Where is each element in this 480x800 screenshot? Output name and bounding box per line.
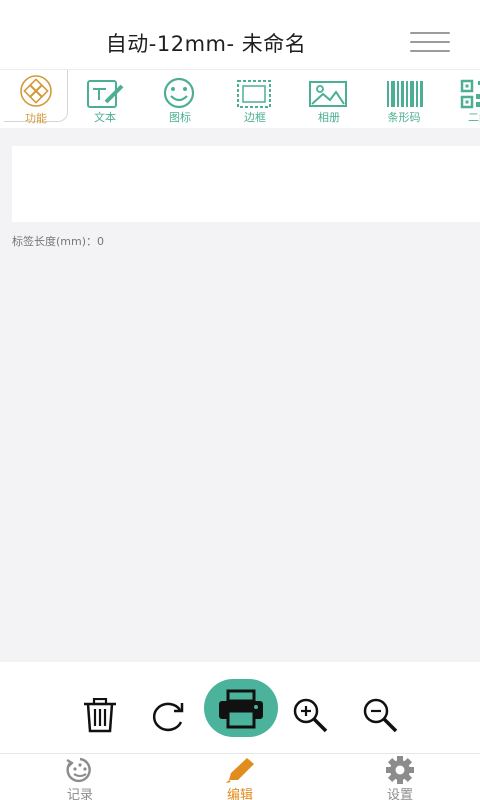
tool-qrcode[interactable]: 二维 — [444, 70, 480, 128]
qr-code-icon — [460, 79, 480, 109]
label-canvas[interactable] — [12, 146, 480, 222]
tool-label: 边框 — [244, 111, 266, 124]
trash-icon[interactable] — [81, 698, 119, 734]
tool-label: 二维 — [468, 111, 480, 124]
printer-icon — [219, 689, 263, 729]
print-button[interactable] — [204, 679, 278, 737]
photo-album-icon — [309, 81, 347, 107]
page-title: 自动-12mm- 未命名 — [105, 32, 307, 56]
bottom-tab-bar: 记录 编辑 设置 — [0, 753, 480, 800]
tab-label: 编辑 — [226, 788, 253, 800]
action-bar — [0, 662, 480, 754]
record-icon — [66, 757, 91, 783]
tab-label: 设置 — [386, 788, 413, 800]
smiley-icon — [163, 78, 195, 109]
tab-label: 记录 — [66, 788, 93, 800]
hamburger-menu-icon[interactable] — [408, 28, 454, 56]
text-edit-icon — [87, 80, 124, 108]
pencil-icon — [226, 758, 254, 783]
zoom-out-icon[interactable] — [362, 698, 400, 734]
zoom-in-icon[interactable] — [292, 698, 330, 734]
tool-label: 文本 — [94, 111, 116, 124]
tool-text[interactable]: 文本 — [70, 70, 140, 128]
tool-label: 条形码 — [387, 111, 421, 124]
tool-label: 相册 — [318, 111, 340, 124]
tool-function[interactable]: 功能 — [4, 70, 68, 125]
tool-label: 图标 — [169, 111, 191, 124]
border-frame-icon — [237, 80, 271, 108]
tool-strip: 功能 文本 图标 边框 相册 条形码 二 — [0, 70, 480, 128]
top-header: 自动-12mm- 未命名 — [0, 0, 480, 70]
tool-border[interactable]: 边框 — [220, 70, 290, 128]
tab-settings[interactable]: 设置 — [360, 754, 440, 800]
tool-barcode[interactable]: 条形码 — [369, 70, 439, 128]
tool-album[interactable]: 相册 — [294, 70, 364, 128]
tool-label: 功能 — [25, 112, 47, 125]
settings-gear-icon — [386, 756, 414, 784]
label-length-text: 标签长度(mm)：0 — [12, 235, 105, 248]
rotate-icon[interactable] — [149, 698, 189, 734]
tab-edit[interactable]: 编辑 — [200, 754, 280, 800]
function-icon — [20, 75, 52, 107]
tool-icon[interactable]: 图标 — [145, 70, 215, 128]
editor-canvas-area: 标签长度(mm)：0 — [0, 128, 480, 662]
tab-record[interactable]: 记录 — [40, 754, 120, 800]
barcode-icon — [387, 81, 423, 107]
